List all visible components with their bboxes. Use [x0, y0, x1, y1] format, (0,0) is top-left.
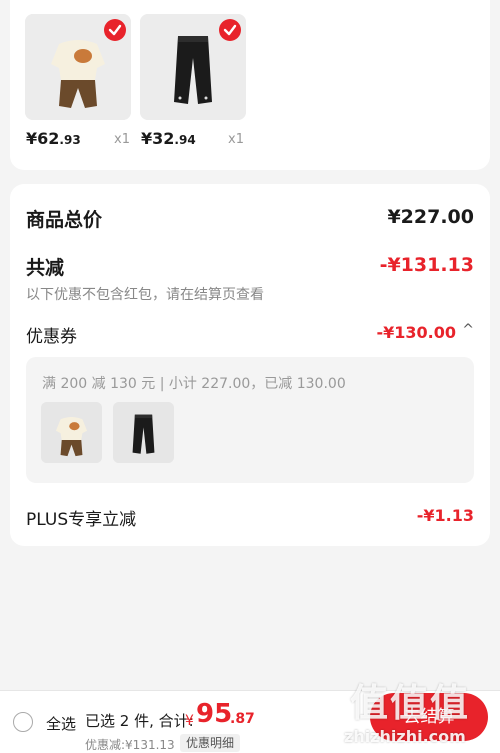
product-check-outfit[interactable]: [104, 19, 126, 41]
reduce-note: 以下优惠不包含红包，请在结算页查看: [26, 287, 264, 303]
coupon-value[interactable]: -¥130.00: [376, 323, 456, 342]
product-qty-pants: x1: [228, 132, 244, 147]
product-price-outfit: ¥62.93: [26, 129, 81, 148]
total-value: ¥227.00: [387, 206, 474, 228]
total-currency: ¥: [185, 713, 194, 729]
coupon-product-thumb-pants: [113, 402, 174, 463]
plus-discount-label: PLUS专享立减: [26, 510, 137, 530]
check-icon: [223, 24, 237, 36]
coupon-detail-box: 满 200 减 130 元 | 小计 227.00，已减 130.00: [26, 357, 474, 483]
reduce-label: 共减: [26, 257, 65, 279]
product-thumb-pants[interactable]: [140, 14, 246, 120]
chevron-up-icon[interactable]: ^: [462, 322, 474, 338]
selected-products-card: ¥62.93 x1 ¥32.94 x1: [10, 0, 490, 170]
coupon-label: 优惠券: [26, 327, 77, 347]
total-amount-integer: 95: [196, 699, 233, 729]
reduce-value: -¥131.13: [379, 254, 474, 276]
check-icon: [108, 24, 122, 36]
selected-summary: 已选 2 件, 合计:: [85, 712, 194, 730]
total-label: 商品总价: [26, 209, 103, 231]
select-all-label[interactable]: 全选: [46, 713, 76, 734]
checkout-bar: 全选 已选 2 件, 合计: ¥ 95 .87 优惠减:¥131.13 优惠明细…: [0, 690, 500, 753]
select-all-radio[interactable]: [13, 712, 33, 732]
price-integer: ¥32: [141, 129, 175, 148]
discount-total: 优惠减:¥131.13: [85, 738, 175, 752]
checkout-button[interactable]: 去结算: [370, 693, 488, 741]
discount-detail-button[interactable]: 优惠明细: [180, 734, 241, 752]
pants-image: [113, 402, 174, 463]
plus-discount-value: -¥1.13: [416, 506, 474, 525]
product-check-pants[interactable]: [219, 19, 241, 41]
outfit-image: [41, 402, 102, 463]
product-qty-outfit: x1: [114, 132, 130, 147]
coupon-description: 满 200 减 130 元 | 小计 227.00，已减 130.00: [42, 376, 346, 392]
price-decimal: .93: [59, 133, 81, 147]
total-amount-decimal: .87: [230, 711, 255, 727]
product-price-pants: ¥32.94: [141, 129, 196, 148]
coupon-product-thumb-outfit: [41, 402, 102, 463]
product-thumb-outfit[interactable]: [25, 14, 131, 120]
price-integer: ¥62: [26, 129, 60, 148]
price-decimal: .94: [174, 133, 196, 147]
